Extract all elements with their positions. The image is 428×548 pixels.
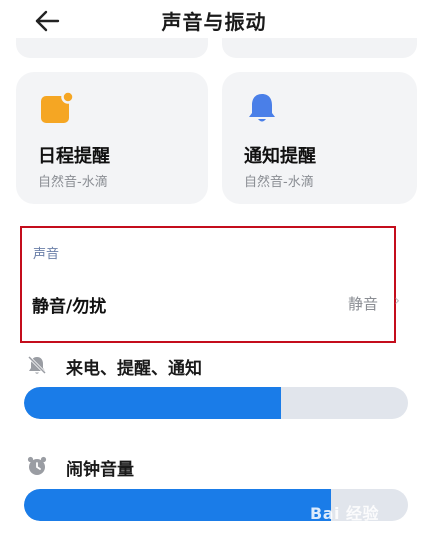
calendar-reminder-card[interactable]: 日程提醒 自然音-水滴 xyxy=(16,72,208,204)
mute-dnd-value: 静音 xyxy=(347,295,378,313)
ring-volume-label: 来电、提醒、通知 xyxy=(66,359,202,379)
scrolled-card-remnant xyxy=(222,38,417,58)
section-label-sound: 声音 xyxy=(33,247,60,262)
ring-volume-slider[interactable] xyxy=(24,387,408,419)
notification-reminder-card[interactable]: 通知提醒 自然音-水滴 xyxy=(222,72,417,204)
mute-dnd-row[interactable]: 静音/勿扰 静音 › xyxy=(22,280,406,326)
watermark: Bai 经验 xyxy=(310,504,380,523)
alarm-volume-fill xyxy=(24,489,332,521)
ring-volume-fill xyxy=(24,387,282,419)
scrolled-card-remnant xyxy=(16,38,208,58)
alarm-clock-icon xyxy=(27,456,47,475)
card-title: 日程提醒 xyxy=(38,146,110,167)
chevron-right-icon: › xyxy=(394,293,400,309)
page-title: 声音与振动 xyxy=(161,10,267,34)
card-title: 通知提醒 xyxy=(244,146,316,167)
ringer-muted-icon xyxy=(27,355,47,375)
alarm-volume-label: 闹钟音量 xyxy=(66,460,134,480)
bell-icon xyxy=(249,94,275,122)
mute-dnd-title: 静音/勿扰 xyxy=(32,297,107,317)
calendar-reminder-icon xyxy=(41,90,74,123)
card-subtitle: 自然音-水滴 xyxy=(38,175,108,190)
card-subtitle: 自然音-水滴 xyxy=(244,175,314,190)
